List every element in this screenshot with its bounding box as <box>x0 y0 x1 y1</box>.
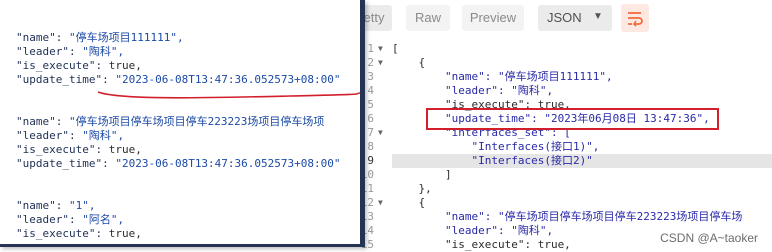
json-value: true, <box>108 227 142 240</box>
code-line: { <box>392 56 426 69</box>
format-select[interactable]: JSON ▼ <box>538 5 612 31</box>
json-key: "leader": <box>16 213 83 226</box>
code-line: ] <box>392 168 452 181</box>
json-line-update-time: "update_time": "2023-06-08T13:47:36.0525… <box>16 157 341 171</box>
json-line-name: "name": "停车场项目111111", <box>16 31 184 45</box>
code-line: "name": "停车场项目停车场项目停车223223场项目停车场 <box>392 210 743 223</box>
fold-toggle-icon[interactable]: ▼ <box>378 56 383 70</box>
json-key: "is_execute": <box>16 227 109 240</box>
json-key: "leader": <box>16 129 83 142</box>
code-line: "Interfaces(接口2)" <box>392 154 593 167</box>
json-key: "is_execute": <box>16 59 109 72</box>
json-value: "1", <box>68 199 96 212</box>
json-line-leader: "leader": "陶科", <box>16 129 124 143</box>
json-value: "停车场项目停车场项目停车223223场项目停车场项 <box>68 115 325 128</box>
json-line-leader: "leader": "阿名", <box>16 213 124 227</box>
code-line: "name": "停车场项目111111", <box>392 70 613 83</box>
json-key: "leader": <box>16 45 83 58</box>
wrap-lines-button[interactable] <box>621 4 649 32</box>
json-value: true, <box>108 59 142 72</box>
json-value: "陶科", <box>82 129 125 142</box>
fold-toggle-icon[interactable]: ▼ <box>378 42 383 56</box>
json-line-name: "name": "1", <box>16 199 95 213</box>
wrap-lines-icon <box>628 12 643 27</box>
json-key: "name": <box>16 199 69 212</box>
code-line: "leader": "陶科", <box>392 224 554 237</box>
fold-toggle-icon[interactable]: ▼ <box>378 196 383 210</box>
json-line-name: "name": "停车场项目停车场项目停车223223场项目停车场项 <box>16 115 324 129</box>
json-line-is-execute: "is_execute": true, <box>16 143 142 157</box>
code-line: { <box>392 196 426 209</box>
raw-tab[interactable]: Raw <box>406 5 450 31</box>
json-key: "is_execute": <box>16 143 109 156</box>
code-line: }, <box>392 182 432 195</box>
json-key: "name": <box>16 115 69 128</box>
fold-toggle-icon[interactable]: ▼ <box>378 126 383 140</box>
watermark: CSDN @A~taoker <box>660 231 758 245</box>
json-line-is-execute: "is_execute": true, <box>16 59 142 73</box>
json-value: "阿名", <box>82 213 125 226</box>
code-line: "is_execute": true, <box>392 238 571 251</box>
json-line-is-execute: "is_execute": true, <box>16 227 142 241</box>
code-line: "leader": "陶科", <box>392 84 554 97</box>
json-key: "update_time": <box>16 157 116 170</box>
json-code-area[interactable]: [ { "name": "停车场项目111111", "leader": "陶科… <box>392 42 772 252</box>
code-line: [ <box>392 42 399 55</box>
json-value: "2023-06-08T13:47:36.052573+08:00" <box>115 157 341 170</box>
json-value: "停车场项目111111", <box>68 31 184 44</box>
format-select-value: JSON <box>547 10 582 25</box>
update-time-highlight-box <box>426 108 719 130</box>
json-line-leader: "leader": "陶科", <box>16 45 124 59</box>
chevron-down-icon: ▼ <box>593 11 603 22</box>
preview-tab[interactable]: Preview <box>462 5 524 31</box>
red-underline-annotation <box>97 91 360 99</box>
json-key: "name": <box>16 31 69 44</box>
json-value: true, <box>108 143 142 156</box>
code-line: "Interfaces(接口1)", <box>392 140 600 153</box>
json-value: "陶科", <box>82 45 125 58</box>
raw-response-panel: "name": "停车场项目111111", "leader": "陶科", "… <box>0 0 365 247</box>
